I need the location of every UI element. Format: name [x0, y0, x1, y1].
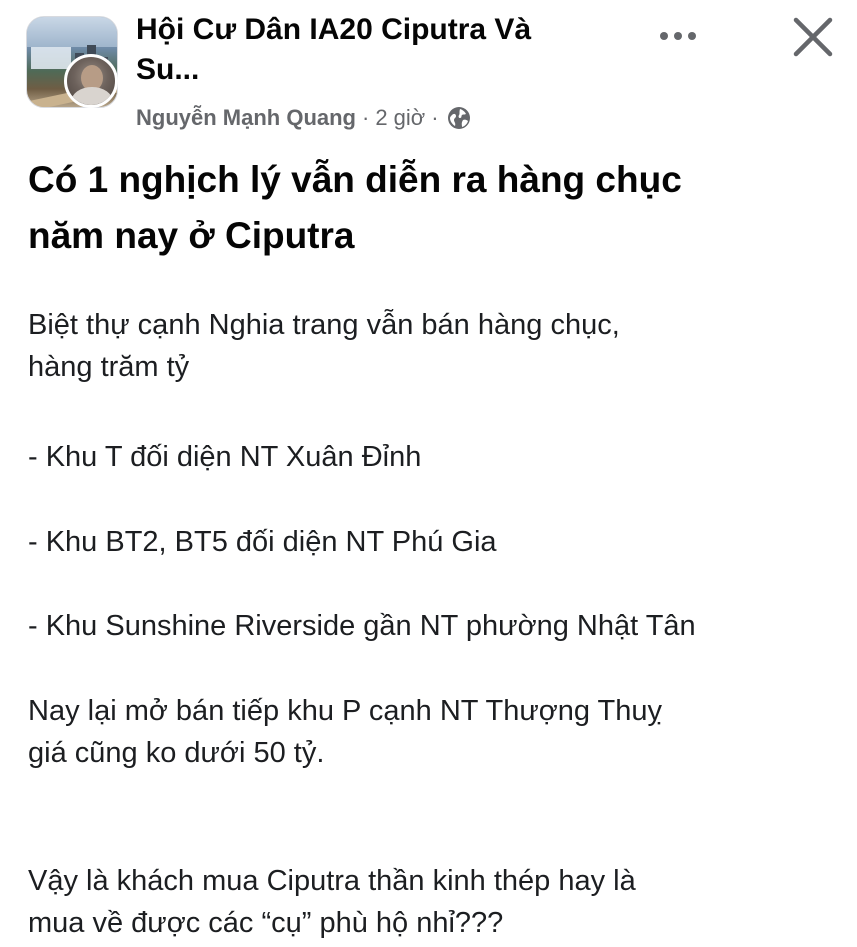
post-text-line: Vậy là khách mua Ciputra thần kinh thép …	[28, 865, 636, 897]
more-dot	[688, 32, 696, 40]
group-name-line2: Su	[136, 53, 175, 86]
globe-icon[interactable]	[447, 106, 471, 130]
author-name[interactable]: Nguyễn Mạnh Quang	[136, 105, 356, 131]
post-title: Có 1 nghịch lý vẫn diễn ra hàng chục năm…	[28, 152, 828, 264]
post-text-line: hàng trăm tỷ	[28, 351, 190, 383]
close-icon[interactable]	[786, 10, 840, 64]
meta-separator: ·	[362, 105, 370, 130]
user-avatar[interactable]	[64, 54, 118, 108]
post-text-line: - Khu T đối diện NT Xuân Đỉnh	[28, 441, 422, 473]
post-text-line: - Khu BT2, BT5 đối diện NT Phú Gia	[28, 526, 497, 558]
post-paragraph: Biệt thự cạnh Nghia trang vẫn bán hàng c…	[28, 304, 838, 388]
meta-separator: ·	[431, 105, 439, 130]
post-paragraph: - Khu BT2, BT5 đối diện NT Phú Gia	[28, 521, 838, 563]
post-title-line2: năm nay ở Ciputra	[28, 215, 355, 256]
post-paragraph: - Khu T đối diện NT Xuân Đỉnh	[28, 436, 838, 478]
more-dot	[674, 32, 682, 40]
group-name-link[interactable]: Hội Cư Dân IA20 Ciputra Và Su...	[136, 10, 616, 90]
group-name-line1: Hội Cư Dân IA20 Ciputra Và	[136, 13, 532, 46]
avatar-group[interactable]	[26, 16, 118, 108]
post-paragraph: Nay lại mở bán tiếp khu P cạnh NT Thượng…	[28, 690, 838, 774]
post-meta: Nguyễn Mạnh Quang · 2 giờ ·	[136, 101, 471, 135]
group-avatar-banner	[31, 47, 71, 69]
post-paragraph: - Khu Sunshine Riverside gần NT phường N…	[28, 605, 838, 647]
post-paragraph: Vậy là khách mua Ciputra thần kinh thép …	[28, 860, 838, 944]
post-text-line: mua về được các “cụ” phù hộ nhỉ???	[28, 907, 504, 939]
user-avatar-body	[71, 87, 113, 105]
post-text-line: - Khu Sunshine Riverside gần NT phường N…	[28, 610, 696, 642]
post-time[interactable]: 2 giờ	[375, 105, 425, 131]
post-title-line1: Có 1 nghịch lý vẫn diễn ra hàng chục	[28, 159, 682, 200]
more-dot	[660, 32, 668, 40]
post-text-line: Nay lại mở bán tiếp khu P cạnh NT Thượng…	[28, 695, 663, 727]
post-text-line: Biệt thự cạnh Nghia trang vẫn bán hàng c…	[28, 309, 620, 341]
group-name-ellipsis: ...	[174, 53, 200, 86]
more-options-button[interactable]	[648, 18, 708, 54]
post-text-line: giá cũng ko dưới 50 tỷ.	[28, 737, 325, 769]
group-avatar-sky	[27, 17, 117, 47]
post-header: Hội Cư Dân IA20 Ciputra Và Su... Nguyễn …	[0, 0, 857, 140]
